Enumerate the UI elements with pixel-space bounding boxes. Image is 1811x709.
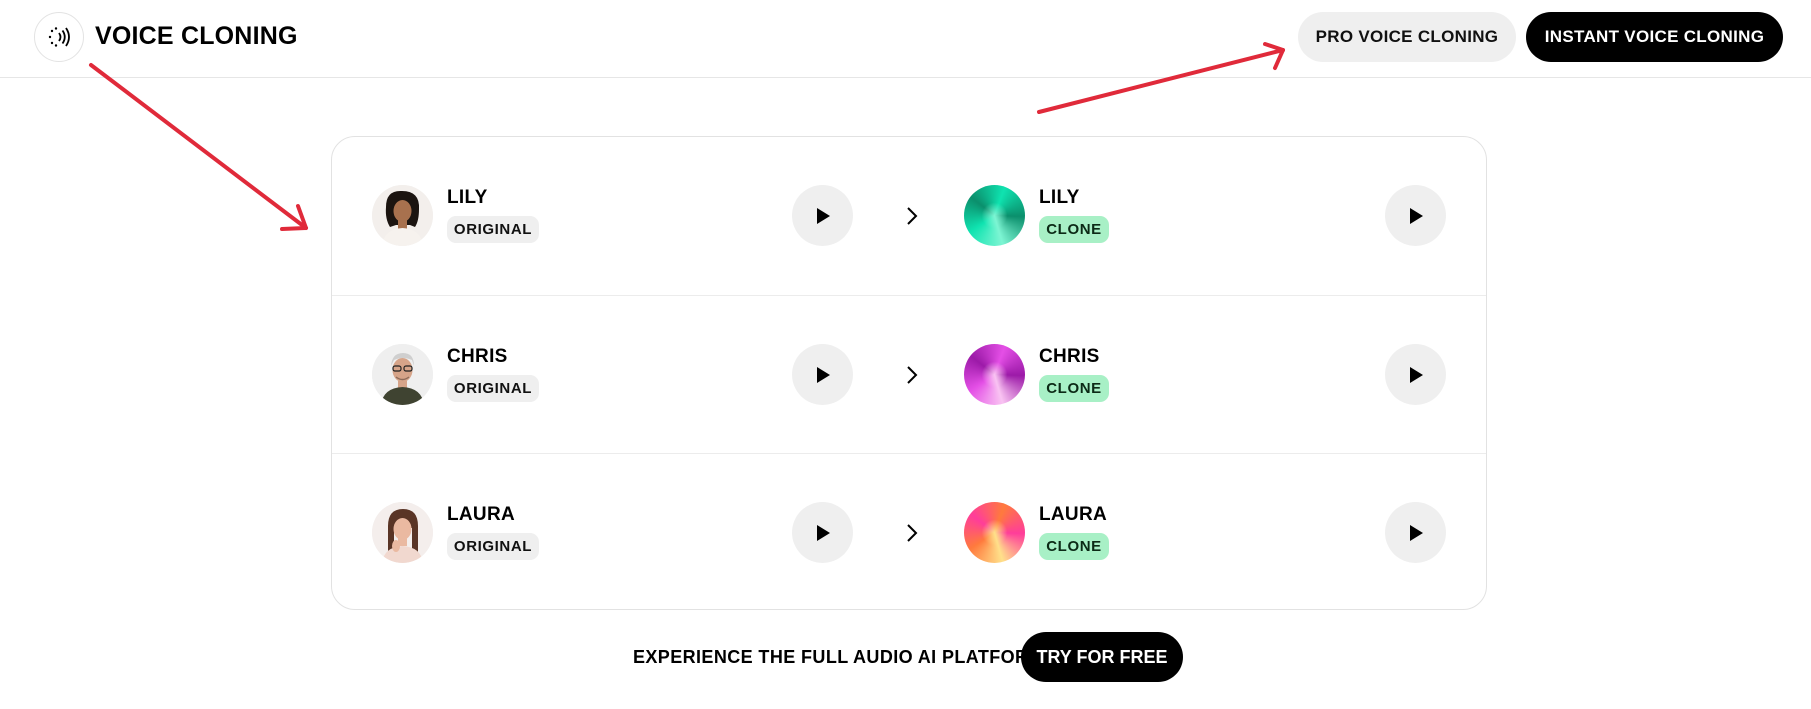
- chevron-right-icon: [907, 524, 918, 542]
- play-clone-button[interactable]: [1385, 185, 1446, 246]
- avatar: [372, 185, 433, 246]
- play-icon: [816, 524, 830, 541]
- clone-orb: [964, 344, 1025, 405]
- avatar: [372, 502, 433, 563]
- original-voice-name: CHRIS: [447, 346, 508, 367]
- clone-voice-name: CHRIS: [1039, 346, 1100, 367]
- clone-voice-name: LILY: [1039, 187, 1080, 208]
- pro-voice-cloning-button[interactable]: PRO VOICE CLONING: [1298, 12, 1516, 62]
- clone-tag: CLONE: [1039, 375, 1109, 402]
- annotation-arrow-left: [89, 63, 308, 231]
- clone-voice-name: LAURA: [1039, 504, 1107, 525]
- original-tag: ORIGINAL: [447, 216, 539, 243]
- voice-row: LAURA ORIGINAL LAURA CLONE: [332, 453, 1486, 611]
- voice-row: LILY ORIGINAL LILY CLONE: [332, 137, 1486, 295]
- play-icon: [816, 207, 830, 224]
- platform-cta-text: EXPERIENCE THE FULL AUDIO AI PLATFORM: [633, 647, 1044, 667]
- clone-orb: [964, 185, 1025, 246]
- avatar: [372, 344, 433, 405]
- original-tag: ORIGINAL: [447, 533, 539, 560]
- play-clone-button[interactable]: [1385, 344, 1446, 405]
- try-for-free-button[interactable]: TRY FOR FREE: [1021, 632, 1183, 682]
- play-original-button[interactable]: [792, 502, 853, 563]
- instant-voice-cloning-button[interactable]: INSTANT VOICE CLONING: [1526, 12, 1783, 62]
- top-header: VOICE CLONING PRO VOICE CLONING INSTANT …: [0, 0, 1811, 78]
- voice-comparison-card: LILY ORIGINAL LILY CLONE CHRIS ORIGINAL …: [331, 136, 1487, 610]
- page-title: VOICE CLONING: [95, 22, 298, 50]
- play-original-button[interactable]: [792, 344, 853, 405]
- voice-row: CHRIS ORIGINAL CHRIS CLONE: [332, 295, 1486, 453]
- sound-wave-icon[interactable]: [34, 12, 84, 62]
- chevron-right-icon: [907, 207, 918, 225]
- play-icon: [1409, 366, 1423, 383]
- original-voice-name: LILY: [447, 187, 488, 208]
- clone-tag: CLONE: [1039, 533, 1109, 560]
- original-voice-name: LAURA: [447, 504, 515, 525]
- original-tag: ORIGINAL: [447, 375, 539, 402]
- play-clone-button[interactable]: [1385, 502, 1446, 563]
- play-original-button[interactable]: [792, 185, 853, 246]
- play-icon: [1409, 524, 1423, 541]
- play-icon: [816, 366, 830, 383]
- clone-orb: [964, 502, 1025, 563]
- clone-tag: CLONE: [1039, 216, 1109, 243]
- play-icon: [1409, 207, 1423, 224]
- chevron-right-icon: [907, 366, 918, 384]
